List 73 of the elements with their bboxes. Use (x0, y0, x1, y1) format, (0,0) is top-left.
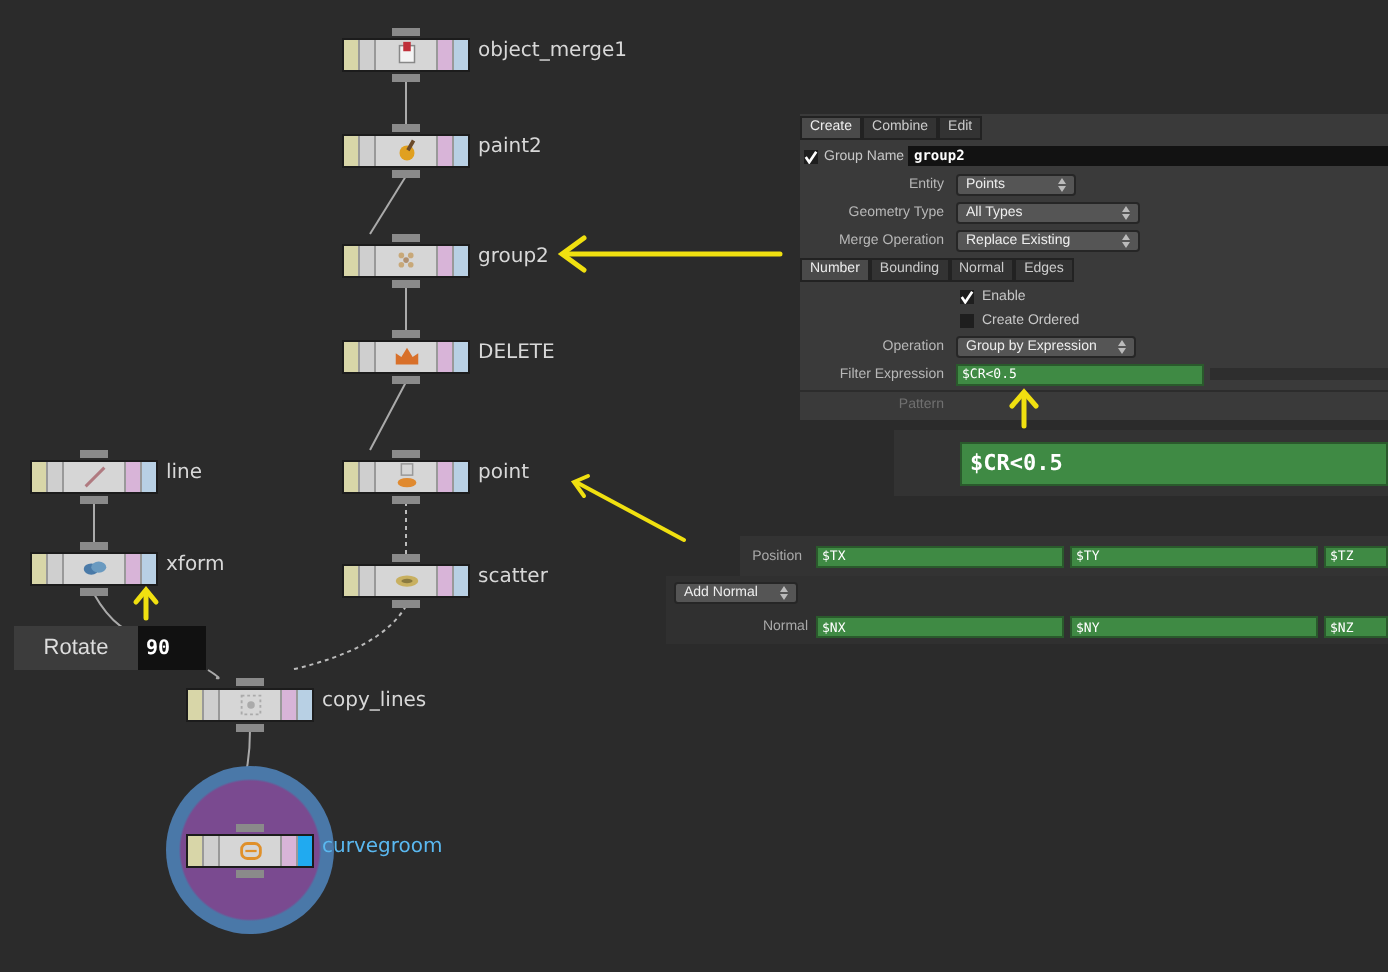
annotation-arrow (1009, 388, 1039, 429)
stepper-icon (1122, 205, 1130, 219)
node-output[interactable] (392, 74, 420, 82)
checkbox[interactable] (804, 149, 818, 163)
line-icon (83, 466, 105, 488)
network-node[interactable] (186, 688, 314, 722)
network-node[interactable] (342, 38, 470, 72)
node-input[interactable] (236, 824, 264, 832)
disc-icon (394, 575, 418, 587)
node-label: scatter (478, 566, 548, 588)
node-input[interactable] (236, 678, 264, 686)
node-input[interactable] (392, 330, 420, 338)
node-output[interactable] (236, 724, 264, 732)
node-label: DELETE (478, 342, 555, 364)
node-output[interactable] (392, 600, 420, 608)
stepper-icon (1058, 177, 1066, 191)
brush-icon (398, 139, 415, 161)
dots-icon (239, 694, 261, 716)
dots-icon (397, 252, 413, 268)
node-label: copy_lines (322, 690, 427, 712)
checkbox[interactable] (960, 313, 974, 327)
node-output[interactable] (236, 870, 264, 878)
node-label: line (166, 462, 203, 484)
parameter-label: Rotate (14, 626, 138, 670)
node-input[interactable] (392, 28, 420, 36)
node-label: point (478, 462, 530, 484)
node-input[interactable] (80, 450, 108, 458)
node-output[interactable] (80, 496, 108, 504)
node-label: paint2 (478, 136, 542, 158)
display-flag[interactable] (454, 136, 468, 166)
network-node[interactable] (342, 244, 470, 278)
network-node[interactable] (342, 340, 470, 374)
stepper-icon (1122, 233, 1130, 247)
node-input[interactable] (80, 542, 108, 550)
display-flag[interactable] (454, 246, 468, 276)
node-input[interactable] (392, 450, 420, 458)
display-flag[interactable] (298, 836, 312, 866)
display-flag[interactable] (454, 40, 468, 70)
checkbox[interactable] (960, 289, 974, 303)
cloud-icon (82, 561, 106, 575)
display-flag[interactable] (142, 462, 156, 492)
network-node[interactable] (342, 564, 470, 598)
node-output[interactable] (392, 170, 420, 178)
display-flag[interactable] (142, 554, 156, 584)
box-icon (397, 41, 415, 64)
network-node[interactable] (342, 134, 470, 168)
stepper-icon (780, 586, 788, 600)
display-flag[interactable] (454, 462, 468, 492)
node-input[interactable] (392, 124, 420, 132)
display-flag[interactable] (298, 690, 312, 720)
node-output[interactable] (80, 588, 108, 596)
rotate-field[interactable]: 90 (138, 626, 206, 670)
expression-field[interactable]: $CR<0.5 (960, 441, 1388, 485)
network-node[interactable] (30, 460, 158, 494)
node-input[interactable] (392, 554, 420, 562)
node-input[interactable] (392, 234, 420, 242)
node-output[interactable] (392, 376, 420, 384)
node-label: object_merge1 (478, 40, 628, 62)
network-node[interactable] (342, 460, 470, 494)
coil-icon (239, 842, 261, 860)
node-label: xform (166, 554, 225, 576)
network-node[interactable] (30, 552, 158, 586)
annotation-arrow (133, 586, 159, 621)
node-label: group2 (478, 246, 549, 268)
node-output[interactable] (392, 496, 420, 504)
stepper-icon (1118, 339, 1126, 353)
node-output[interactable] (392, 280, 420, 288)
display-flag[interactable] (454, 566, 468, 596)
crown-icon (394, 347, 418, 365)
network-node[interactable] (186, 834, 314, 868)
annotation-arrow (570, 474, 686, 542)
pin-icon (396, 463, 416, 488)
display-flag[interactable] (454, 342, 468, 372)
